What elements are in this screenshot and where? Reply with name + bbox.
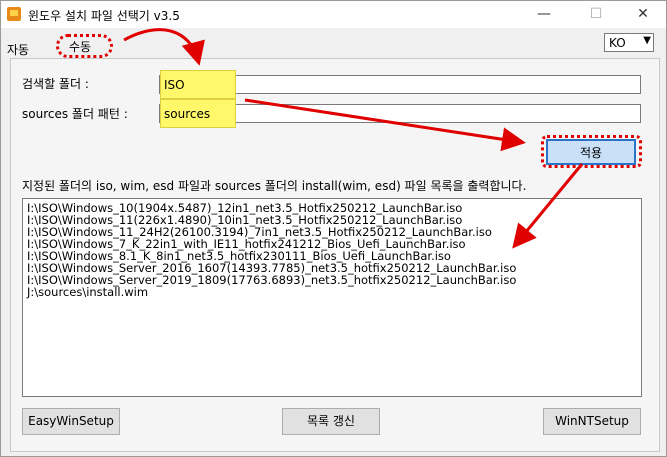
description-text: 지정된 폴더의 iso, wim, esd 파일과 sources 폴더의 in… — [22, 179, 527, 193]
title-bar[interactable]: 윈도우 설치 파일 선택기 v3.5 — ☐ ✕ — [1, 1, 666, 28]
easywinsetup-button[interactable]: EasyWinSetup — [22, 408, 120, 435]
language-select[interactable]: KO ▼ — [604, 33, 654, 52]
sources-pattern-value: sources — [164, 107, 211, 121]
sources-pattern-label: sources 폴더 패턴 : — [22, 107, 128, 121]
app-icon — [7, 7, 21, 21]
minimize-icon[interactable]: — — [521, 1, 567, 28]
window-title: 윈도우 설치 파일 선택기 v3.5 — [28, 9, 180, 23]
winntsetup-button[interactable]: WinNTSetup — [543, 408, 641, 435]
list-item[interactable]: J:\sources\install.wim — [27, 286, 148, 298]
sources-pattern-input[interactable]: sources — [159, 99, 641, 128]
close-icon[interactable]: ✕ — [620, 1, 666, 28]
file-list[interactable]: I:\ISO\Windows_10(1904x.5487)_12in1_net3… — [22, 198, 642, 397]
chevron-down-icon: ▼ — [643, 35, 651, 46]
tab-auto[interactable]: 자동 — [7, 41, 29, 58]
search-folder-label: 검색할 폴더 : — [22, 77, 89, 91]
app-window: 윈도우 설치 파일 선택기 v3.5 — ☐ ✕ 자동 수동 KO ▼ 검색할 … — [0, 0, 667, 457]
tab-manual[interactable]: 수동 — [69, 38, 91, 55]
search-folder-input[interactable]: ISO — [159, 70, 641, 99]
apply-button[interactable]: 적용 — [546, 139, 636, 165]
maximize-icon[interactable]: ☐ — [573, 1, 619, 28]
search-folder-value: ISO — [164, 78, 185, 92]
language-value: KO — [609, 36, 626, 50]
refresh-list-button[interactable]: 목록 갱신 — [282, 408, 380, 435]
